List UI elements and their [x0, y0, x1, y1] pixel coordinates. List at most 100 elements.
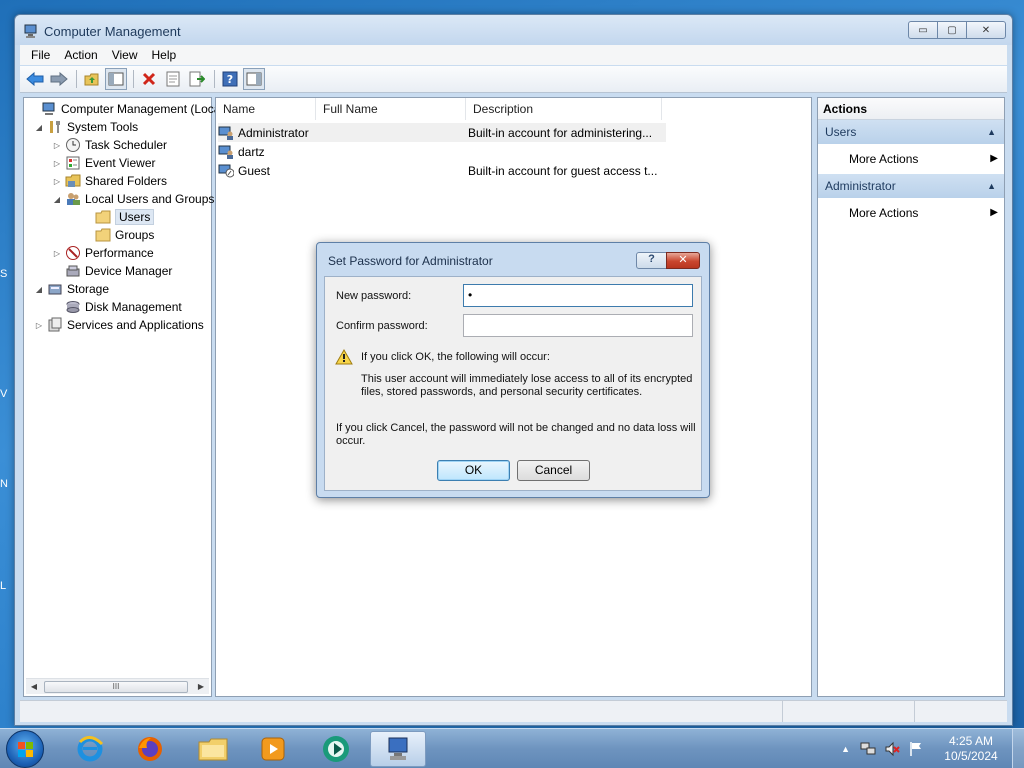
dialog-body: New password: • Confirm password: If you…: [324, 276, 702, 491]
ok-button[interactable]: OK: [437, 460, 510, 481]
system-tray: ▲ 4:25 AM 10/5/2024: [841, 729, 1024, 768]
minimize-button[interactable]: ▭: [908, 21, 938, 39]
show-hide-tree-icon[interactable]: [105, 68, 127, 90]
tree-label: Computer Management (Local: [61, 102, 224, 116]
warning-icon: [335, 349, 353, 365]
collapse-arrow-icon[interactable]: ◢: [52, 195, 62, 204]
expand-arrow-icon[interactable]: ▷: [34, 321, 44, 330]
taskbar-firefox[interactable]: [122, 731, 178, 767]
tree-item-services-apps[interactable]: ▷ Services and Applications: [34, 316, 204, 334]
taskbar-browser-app[interactable]: [308, 731, 364, 767]
help-button[interactable]: ?: [636, 252, 667, 269]
show-hidden-icons-icon[interactable]: ▲: [841, 744, 850, 754]
horizontal-scrollbar[interactable]: ◀ III ▶: [26, 678, 209, 694]
desktop-icon-label: V: [0, 388, 8, 400]
tools-icon: [50, 121, 60, 133]
tree-item-system-tools[interactable]: ◢ System Tools: [34, 118, 138, 136]
tree-item-local-users-groups[interactable]: ◢ Local Users and Groups: [52, 190, 214, 208]
tree-item-storage[interactable]: ◢ Storage: [34, 280, 109, 298]
status-segment: [915, 701, 1005, 722]
table-row[interactable]: Guest Built-in account for guest access …: [218, 161, 666, 180]
tree-item-shared-folders[interactable]: ▷ Shared Folders: [52, 172, 167, 190]
scroll-right-icon[interactable]: ▶: [193, 682, 209, 691]
device-manager-icon: [66, 265, 80, 277]
clock-date: 10/5/2024: [944, 749, 998, 763]
actions-title: Actions: [818, 98, 1004, 120]
show-hide-action-pane-icon[interactable]: [243, 68, 265, 90]
scroll-left-icon[interactable]: ◀: [26, 682, 42, 691]
menu-view[interactable]: View: [105, 48, 145, 62]
properties-icon[interactable]: [162, 68, 184, 90]
taskbar-computer-management[interactable]: [370, 731, 426, 767]
cancel-button[interactable]: Cancel: [517, 460, 590, 481]
folder-icon: [198, 738, 228, 761]
console-tree: Computer Management (Local ◢ System Tool…: [23, 97, 223, 697]
expand-arrow-icon[interactable]: ▷: [52, 249, 62, 258]
network-icon[interactable]: [860, 741, 876, 757]
tree-item-task-scheduler[interactable]: ▷ Task Scheduler: [52, 136, 167, 154]
tree-label: Groups: [115, 228, 155, 242]
collapse-arrow-icon[interactable]: ◢: [34, 123, 44, 132]
column-header-full-name[interactable]: Full Name: [316, 98, 466, 120]
up-folder-icon[interactable]: [81, 68, 103, 90]
taskbar-internet-explorer[interactable]: [62, 731, 118, 767]
help-icon[interactable]: ?: [219, 68, 241, 90]
internet-explorer-icon: [77, 736, 104, 762]
tree-item-device-manager[interactable]: Device Manager: [52, 262, 172, 280]
menu-action[interactable]: Action: [57, 48, 104, 62]
action-center-flag-icon[interactable]: [908, 741, 924, 757]
show-desktop-button[interactable]: [1012, 729, 1024, 768]
tree-item-groups[interactable]: Groups: [82, 226, 154, 244]
dialog-close-button[interactable]: ✕: [666, 252, 700, 269]
list-header: Name Full Name Description: [216, 98, 662, 120]
tree-item-disk-management[interactable]: Disk Management: [52, 298, 182, 316]
clock[interactable]: 4:25 AM 10/5/2024: [936, 734, 1006, 764]
actions-section-users[interactable]: Users ▲: [818, 120, 1004, 144]
desktop-icon-label: N: [0, 478, 8, 490]
user-name: Administrator: [238, 125, 309, 140]
scroll-thumb[interactable]: III: [44, 681, 188, 693]
more-actions-administrator[interactable]: More Actions ▶: [818, 198, 1004, 228]
close-button[interactable]: ✕: [966, 21, 1006, 39]
user-disabled-icon: [218, 164, 234, 177]
menu-file[interactable]: File: [24, 48, 57, 62]
expand-arrow-icon[interactable]: ▷: [52, 177, 62, 186]
expand-arrow-icon[interactable]: ▷: [52, 159, 62, 168]
column-header-name[interactable]: Name: [216, 98, 316, 120]
table-row[interactable]: Administrator Built-in account for admin…: [218, 123, 666, 142]
tree-label: Storage: [67, 282, 110, 296]
status-segment: [20, 701, 783, 722]
menu-help[interactable]: Help: [145, 48, 184, 62]
start-button[interactable]: [6, 730, 44, 768]
back-arrow-icon[interactable]: [24, 68, 46, 90]
taskbar-file-explorer[interactable]: [185, 731, 241, 767]
expand-arrow-icon[interactable]: ▷: [52, 141, 62, 150]
warning-heading: If you click OK, the following will occu…: [361, 351, 550, 363]
maximize-button[interactable]: ▢: [937, 21, 967, 39]
volume-muted-icon[interactable]: [884, 741, 900, 757]
performance-icon: [66, 246, 80, 260]
tree-item-computer-management[interactable]: Computer Management (Local: [28, 100, 223, 118]
tree-item-event-viewer[interactable]: ▷ Event Viewer: [52, 154, 156, 172]
toolbar-separator: [133, 70, 134, 88]
title-bar[interactable]: Computer Management ▭ ▢ ✕: [15, 15, 1012, 45]
toolbar: ?: [20, 66, 1007, 93]
more-actions-users[interactable]: More Actions ▶: [818, 144, 1004, 174]
new-password-field[interactable]: •: [463, 284, 693, 307]
taskbar-media-player[interactable]: [245, 731, 301, 767]
delete-icon[interactable]: [138, 68, 160, 90]
collapse-up-icon[interactable]: ▲: [987, 174, 996, 198]
table-row[interactable]: dartz: [218, 142, 666, 161]
confirm-password-field[interactable]: [463, 314, 693, 337]
actions-section-administrator[interactable]: Administrator ▲: [818, 174, 1004, 198]
collapse-up-icon[interactable]: ▲: [987, 120, 996, 144]
tree-item-users[interactable]: Users: [82, 208, 155, 226]
user-description: Built-in account for guest access t...: [468, 163, 658, 178]
tree-label: Task Scheduler: [85, 138, 168, 152]
computer-management-icon: [388, 737, 408, 760]
forward-arrow-icon[interactable]: [48, 68, 70, 90]
export-list-icon[interactable]: [186, 68, 208, 90]
tree-item-performance[interactable]: ▷ Performance: [52, 244, 154, 262]
column-header-description[interactable]: Description: [466, 98, 662, 120]
collapse-arrow-icon[interactable]: ◢: [34, 285, 44, 294]
